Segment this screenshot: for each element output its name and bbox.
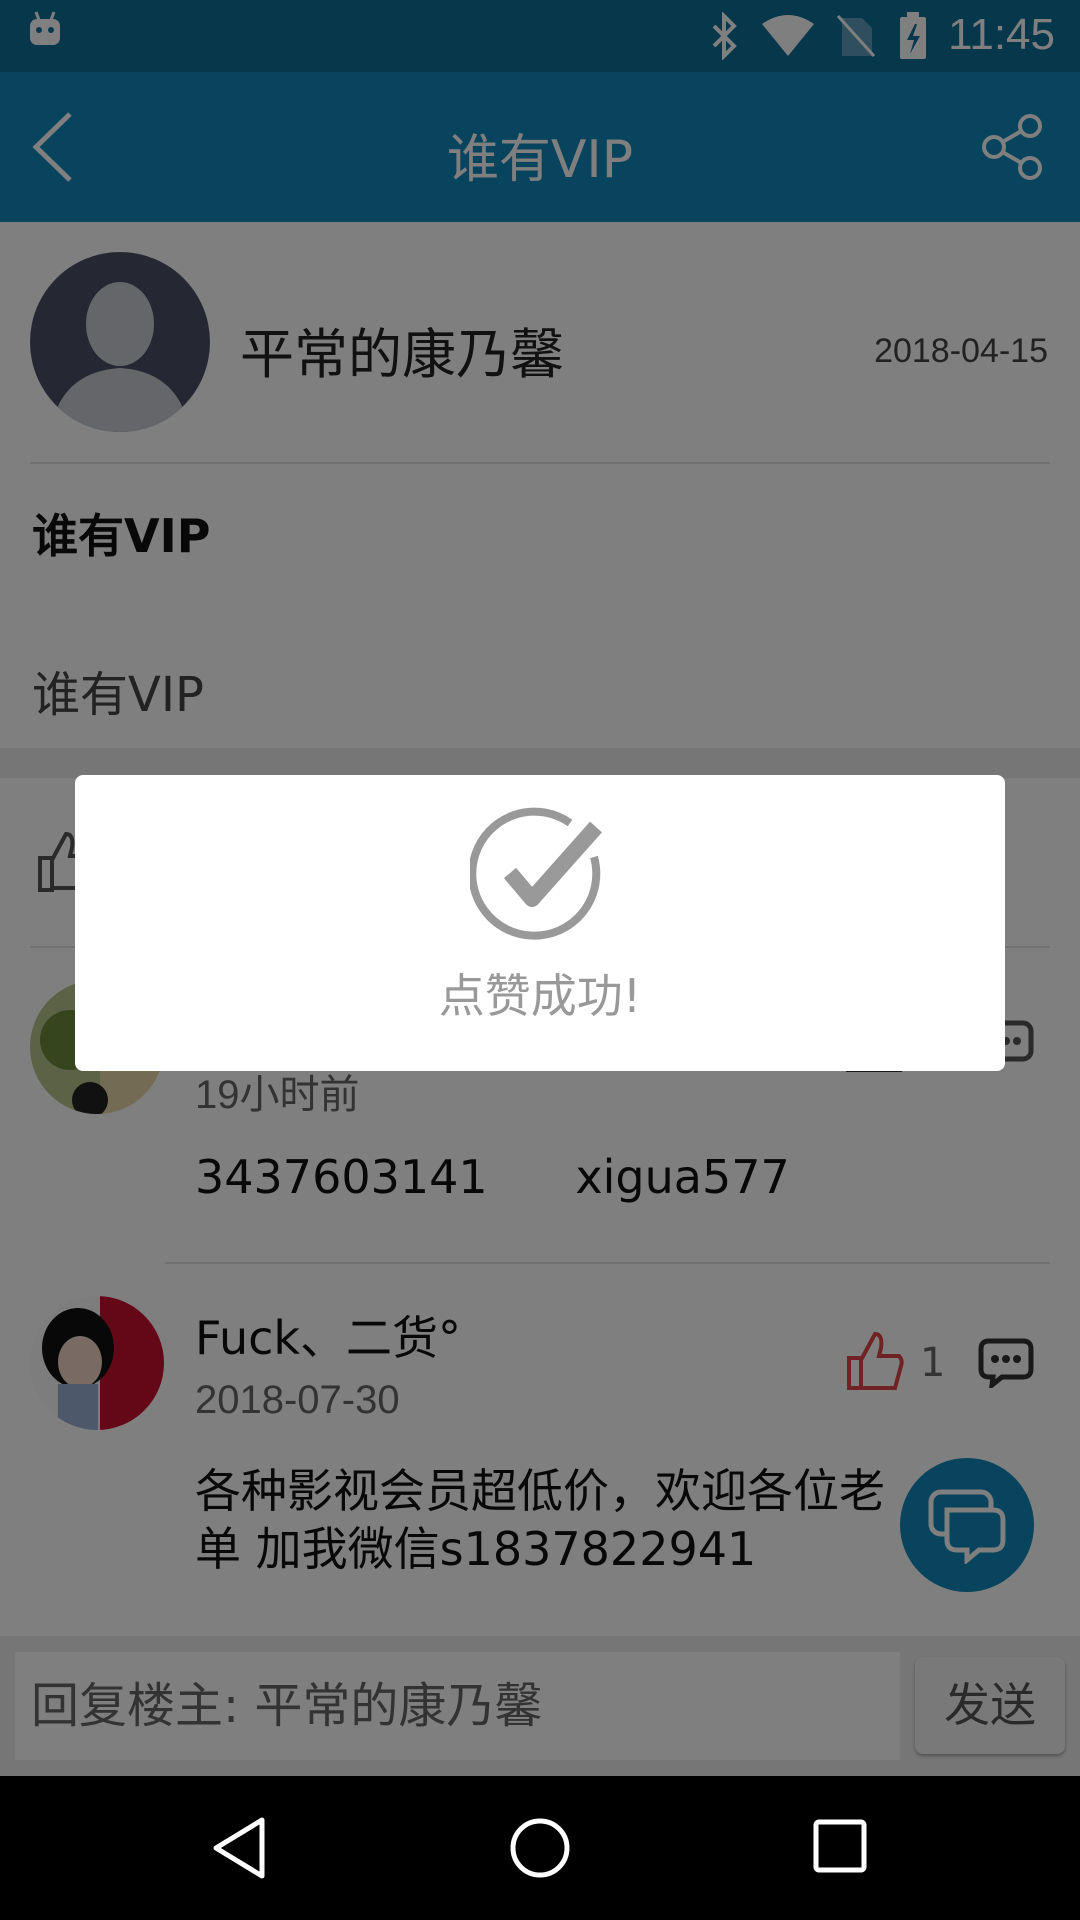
success-dialog: 点赞成功!	[75, 775, 1005, 1071]
dialog-message: 点赞成功!	[438, 969, 642, 1023]
nav-recents-icon[interactable]	[812, 1818, 868, 1874]
nav-home-icon[interactable]	[508, 1816, 572, 1880]
system-nav-bar	[0, 1776, 1080, 1920]
check-circle-icon	[470, 807, 602, 940]
nav-back-icon[interactable]	[210, 1816, 270, 1880]
